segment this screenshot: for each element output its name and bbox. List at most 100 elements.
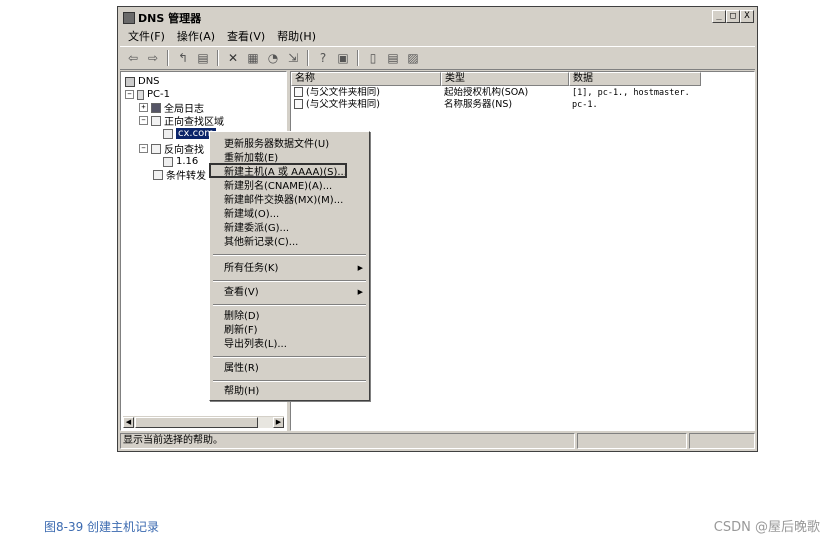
list-header: 名称 类型 数据 bbox=[291, 72, 754, 86]
cell-data: pc-1. bbox=[572, 100, 598, 110]
tree-node-label: DNS bbox=[138, 76, 160, 87]
table-row[interactable]: (与父文件夹相同) 名称服务器(NS) pc-1. bbox=[291, 99, 739, 111]
menu-action[interactable]: 操作(A) bbox=[171, 28, 221, 44]
menu-item-other-records[interactable]: 其他新记录(C)... bbox=[224, 236, 298, 249]
menu-separator bbox=[213, 380, 366, 382]
show-hide-tree-icon[interactable]: ▤ bbox=[194, 49, 212, 67]
window-controls: _ □ X bbox=[712, 10, 754, 23]
properties-icon[interactable]: ▦ bbox=[244, 49, 262, 67]
tree-node-label: 1.16 bbox=[176, 156, 199, 167]
tree-node-reverse-zone[interactable]: − 反向查找 bbox=[139, 142, 204, 156]
record-icon bbox=[294, 99, 303, 109]
submenu-arrow-icon: ▶ bbox=[357, 264, 363, 272]
refresh-icon[interactable]: ◔ bbox=[264, 49, 282, 67]
scroll-thumb[interactable] bbox=[135, 417, 258, 428]
console-icon[interactable]: ▣ bbox=[334, 49, 352, 67]
collapse-icon[interactable]: − bbox=[139, 116, 148, 125]
scroll-left-icon[interactable]: ◀ bbox=[123, 417, 134, 428]
menu-bar: 文件(F) 操作(A) 查看(V) 帮助(H) bbox=[120, 27, 755, 45]
tree-node-dns[interactable]: DNS bbox=[125, 75, 160, 88]
source-watermark: CSDN @屋后晚歌 bbox=[713, 520, 820, 535]
tree-node-forward-zone[interactable]: − 正向查找区域 bbox=[139, 114, 224, 128]
menu-separator bbox=[213, 356, 366, 358]
menu-item-delete[interactable]: 删除(D) bbox=[224, 310, 260, 323]
folder-icon bbox=[151, 143, 161, 154]
record-icon bbox=[294, 87, 303, 97]
zone-icon bbox=[163, 156, 173, 167]
menu-item-view[interactable]: 查看(V) bbox=[224, 286, 259, 299]
dns-app-icon bbox=[123, 11, 135, 24]
close-button[interactable]: X bbox=[740, 10, 754, 23]
menu-item-refresh[interactable]: 刷新(F) bbox=[224, 324, 258, 337]
server-icon bbox=[137, 89, 144, 100]
menu-separator bbox=[213, 254, 366, 256]
folder-icon bbox=[153, 169, 163, 180]
menu-item-update-server-file[interactable]: 更新服务器数据文件(U) bbox=[224, 138, 329, 151]
collapse-icon[interactable]: − bbox=[125, 90, 134, 99]
menu-item-new-domain[interactable]: 新建域(O)... bbox=[224, 208, 279, 221]
export-icon[interactable]: ⇲ bbox=[284, 49, 302, 67]
status-panel bbox=[577, 433, 687, 449]
menu-item-reload[interactable]: 重新加载(E) bbox=[224, 152, 278, 165]
table-row[interactable]: (与父文件夹相同) 起始授权机构(SOA) [1], pc-1., hostma… bbox=[291, 87, 739, 99]
toolbar-separator bbox=[167, 50, 169, 66]
window-title: DNS 管理器 bbox=[138, 11, 202, 25]
status-text: 显示当前选择的帮助。 bbox=[120, 433, 575, 449]
cell-type: 起始授权机构(SOA) bbox=[444, 87, 529, 98]
help-icon[interactable]: ? bbox=[314, 49, 332, 67]
menu-item-all-tasks[interactable]: 所有任务(K) bbox=[224, 262, 278, 275]
menu-separator bbox=[213, 304, 366, 306]
record-icon[interactable]: ▤ bbox=[384, 49, 402, 67]
figure-caption: 图8-39 创建主机记录 bbox=[44, 520, 160, 534]
menu-item-new-delegation[interactable]: 新建委派(G)... bbox=[224, 222, 289, 235]
menu-item-export-list[interactable]: 导出列表(L)... bbox=[224, 338, 287, 351]
expand-icon[interactable]: + bbox=[139, 103, 148, 112]
maximize-button[interactable]: □ bbox=[726, 10, 740, 23]
tree-node-label: 反向查找 bbox=[164, 145, 204, 156]
context-menu: 更新服务器数据文件(U) 重新加载(E) 新建主机(A 或 AAAA)(S)..… bbox=[209, 131, 370, 401]
submenu-arrow-icon: ▶ bbox=[357, 288, 363, 296]
column-header-type[interactable]: 类型 bbox=[441, 72, 569, 86]
collapse-icon[interactable]: − bbox=[139, 144, 148, 153]
column-header-name[interactable]: 名称 bbox=[291, 72, 441, 86]
column-header-data[interactable]: 数据 bbox=[569, 72, 701, 86]
menu-item-new-alias[interactable]: 新建别名(CNAME)(A)... bbox=[224, 180, 332, 193]
menu-item-help[interactable]: 帮助(H) bbox=[224, 385, 259, 398]
zone-icon bbox=[163, 128, 173, 139]
scroll-right-icon[interactable]: ▶ bbox=[273, 417, 284, 428]
tree-node-label: 条件转发 bbox=[166, 171, 206, 182]
event-log-icon bbox=[151, 102, 161, 113]
menu-separator bbox=[213, 280, 366, 282]
minimize-button[interactable]: _ bbox=[712, 10, 726, 23]
menu-item-properties[interactable]: 属性(R) bbox=[224, 362, 259, 375]
menu-file[interactable]: 文件(F) bbox=[122, 28, 171, 44]
tree-node-label: PC-1 bbox=[147, 89, 170, 100]
folder-icon bbox=[151, 115, 161, 126]
tree-node-label: 正向查找区域 bbox=[164, 117, 224, 128]
menu-help[interactable]: 帮助(H) bbox=[271, 28, 322, 44]
tree-node-forward-child[interactable]: cx.com bbox=[163, 127, 216, 140]
up-icon[interactable]: ↰ bbox=[174, 49, 192, 67]
tree-node-conditional[interactable]: 条件转发 bbox=[153, 168, 206, 182]
filter-icon[interactable]: ▨ bbox=[404, 49, 422, 67]
menu-view[interactable]: 查看(V) bbox=[221, 28, 271, 44]
toolbar: ⇦ ⇨ ↰ ▤ ✕ ▦ ◔ ⇲ ? ▣ ▯ ▤ ▨ bbox=[120, 46, 755, 70]
title-bar[interactable]: DNS 管理器 _ □ X bbox=[120, 9, 755, 26]
cell-name: (与父文件夹相同) bbox=[291, 87, 441, 99]
cell-type: 名称服务器(NS) bbox=[444, 99, 513, 110]
toolbar-separator bbox=[307, 50, 309, 66]
back-icon[interactable]: ⇦ bbox=[124, 49, 142, 67]
menu-item-new-host[interactable]: 新建主机(A 或 AAAA)(S)... bbox=[224, 166, 347, 179]
horizontal-scrollbar[interactable]: ◀ ▶ bbox=[123, 416, 284, 428]
toolbar-separator bbox=[217, 50, 219, 66]
delete-icon[interactable]: ✕ bbox=[224, 49, 242, 67]
status-bar: 显示当前选择的帮助。 bbox=[120, 433, 755, 449]
toolbar-separator bbox=[357, 50, 359, 66]
dns-icon bbox=[125, 76, 135, 87]
status-panel bbox=[689, 433, 755, 449]
forward-icon[interactable]: ⇨ bbox=[144, 49, 162, 67]
menu-item-new-mail-exchanger[interactable]: 新建邮件交换器(MX)(M)... bbox=[224, 194, 343, 207]
cell-name: (与父文件夹相同) bbox=[291, 99, 441, 111]
cell-data: [1], pc-1., hostmaster. bbox=[572, 88, 690, 98]
server-icon[interactable]: ▯ bbox=[364, 49, 382, 67]
